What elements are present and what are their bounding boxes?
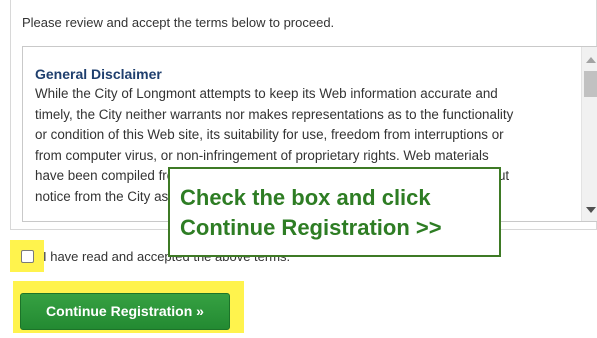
scroll-down-arrow-icon[interactable]: [586, 207, 596, 213]
terms-line: from computer virus, or non-infringement…: [35, 147, 489, 163]
scroll-thumb[interactable]: [584, 71, 597, 97]
instructions-text: Please review and accept the terms below…: [22, 15, 335, 30]
callout-line: Check the box and click: [180, 185, 431, 210]
terms-line: or condition of this Web site, its suita…: [35, 127, 504, 142]
terms-line: While the City of Longmont attempts to k…: [35, 86, 498, 101]
scroll-up-arrow-icon[interactable]: [586, 57, 596, 63]
accept-terms-checkbox[interactable]: [21, 250, 34, 263]
callout-line: Continue Registration >>: [180, 215, 442, 240]
terms-scrollbar[interactable]: [581, 47, 597, 221]
terms-heading: General Disclaimer: [35, 66, 162, 82]
instruction-callout: Check the box and click Continue Registr…: [168, 167, 501, 257]
continue-registration-button[interactable]: Continue Registration »: [20, 293, 230, 330]
terms-line: timely, the City neither warrants nor ma…: [35, 106, 514, 122]
